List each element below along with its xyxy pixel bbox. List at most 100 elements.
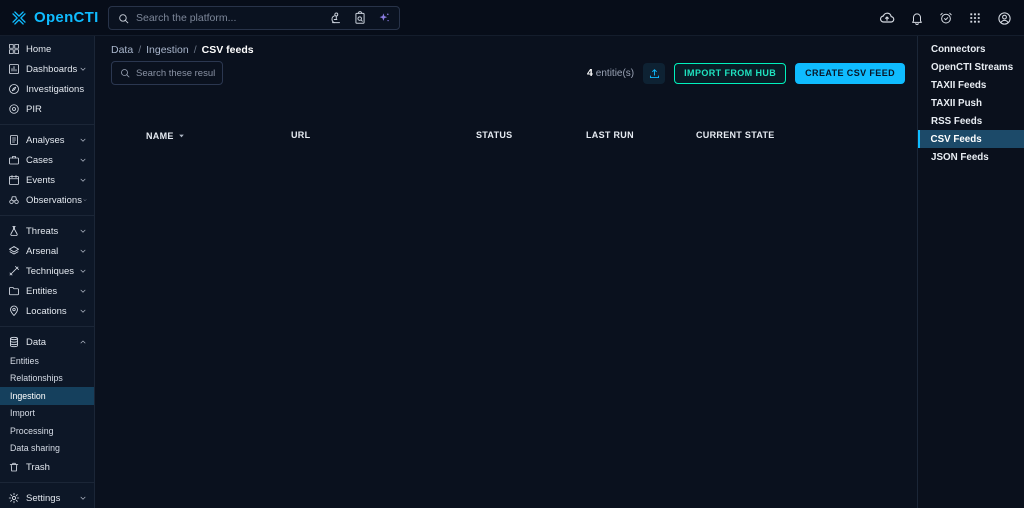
- ai-sparkle-icon[interactable]: [377, 11, 391, 25]
- sidebar-item-analyses[interactable]: Analyses: [0, 130, 94, 150]
- submenu-item-connectors[interactable]: Connectors: [918, 40, 1024, 58]
- sort-arrow-icon[interactable]: [176, 130, 187, 141]
- create-csv-feed-button[interactable]: CREATE CSV FEED: [795, 63, 905, 84]
- column-header-url[interactable]: URL: [291, 130, 310, 140]
- breadcrumb-link-ingestion[interactable]: Ingestion: [146, 44, 189, 56]
- sidebar-item-arsenal[interactable]: Arsenal: [0, 241, 94, 261]
- sidebar-item-trash[interactable]: Trash: [0, 457, 94, 477]
- trash-icon: [8, 461, 20, 473]
- results-search[interactable]: [111, 61, 223, 85]
- results-search-input[interactable]: [136, 68, 215, 79]
- search-icon: [119, 67, 131, 79]
- pir-icon: [8, 103, 20, 115]
- chevron-down-icon: [78, 226, 88, 236]
- sidebar-subitem-label: Entities: [10, 356, 39, 366]
- sidebar-item-techniques[interactable]: Techniques: [0, 261, 94, 281]
- chevron-down-icon: [78, 175, 88, 185]
- techniques-icon: [8, 265, 20, 277]
- entity-count-value: 4: [587, 67, 593, 79]
- sidebar-subitem-entities[interactable]: Entities: [0, 352, 94, 370]
- chevron-down-icon: [78, 286, 88, 296]
- ingestion-submenu: Connectors OpenCTI Streams TAXII Feeds T…: [917, 36, 1024, 508]
- sidebar-item-events[interactable]: Events: [0, 170, 94, 190]
- sidebar-divider: [0, 124, 94, 125]
- sidebar-subitem-data-sharing[interactable]: Data sharing: [0, 440, 94, 458]
- sidebar-item-data[interactable]: Data: [0, 332, 94, 352]
- sidebar-item-label: Data: [26, 337, 46, 348]
- opencti-logo[interactable]: OpenCTI: [0, 9, 108, 27]
- sidebar-item-entities[interactable]: Entities: [0, 281, 94, 301]
- sidebar-subitem-relationships[interactable]: Relationships: [0, 370, 94, 388]
- observations-icon: [8, 194, 20, 206]
- sidebar-subitem-ingestion[interactable]: Ingestion: [0, 387, 94, 405]
- threats-icon: [8, 225, 20, 237]
- sidebar-subitem-processing[interactable]: Processing: [0, 422, 94, 440]
- sidebar-item-label: Dashboards: [26, 64, 77, 75]
- sidebar-item-label: Cases: [26, 155, 53, 166]
- entity-count-label: entitie(s): [596, 68, 634, 79]
- sidebar-item-dashboards[interactable]: Dashboards: [0, 59, 94, 79]
- column-header-last-run[interactable]: LAST RUN: [586, 130, 634, 140]
- sidebar-item-observations[interactable]: Observations: [0, 190, 94, 210]
- sidebar-subitem-label: Relationships: [10, 373, 63, 383]
- sidebar-divider: [0, 482, 94, 483]
- arsenal-icon: [8, 245, 20, 257]
- main-content: Data / Ingestion / CSV feeds 4entitie(s)…: [96, 36, 917, 508]
- export-upload-button[interactable]: [643, 63, 665, 84]
- apps-grid-icon[interactable]: [968, 11, 982, 25]
- sidebar-divider: [0, 215, 94, 216]
- opencti-logo-icon: [10, 9, 28, 27]
- import-from-hub-button[interactable]: IMPORT FROM HUB: [674, 63, 786, 84]
- chevron-down-icon: [78, 135, 88, 145]
- biotech-icon[interactable]: [329, 11, 343, 25]
- content-paste-search-icon[interactable]: [353, 11, 367, 25]
- data-icon: [8, 336, 20, 348]
- opencti-app: OpenCTI Home Dashboards: [0, 0, 1024, 508]
- platform-search[interactable]: [108, 6, 400, 30]
- breadcrumb-separator: /: [194, 44, 197, 56]
- sidebar-item-cases[interactable]: Cases: [0, 150, 94, 170]
- investigations-icon: [8, 83, 20, 95]
- left-sidebar: Home Dashboards Investigations PIR Analy…: [0, 36, 95, 508]
- search-icon: [117, 12, 130, 25]
- platform-search-input[interactable]: [136, 12, 323, 24]
- submenu-item-taxii-feeds[interactable]: TAXII Feeds: [918, 76, 1024, 94]
- sidebar-subitem-import[interactable]: Import: [0, 405, 94, 423]
- sidebar-item-label: PIR: [26, 104, 42, 115]
- submenu-item-opencti-streams[interactable]: OpenCTI Streams: [918, 58, 1024, 76]
- submenu-item-csv-feeds[interactable]: CSV Feeds: [918, 130, 1024, 148]
- entities-icon: [8, 285, 20, 297]
- events-icon: [8, 174, 20, 186]
- notifications-icon[interactable]: [910, 11, 924, 25]
- chevron-down-icon: [82, 195, 88, 205]
- sidebar-item-investigations[interactable]: Investigations: [0, 79, 94, 99]
- home-icon: [8, 43, 20, 55]
- submenu-item-json-feeds[interactable]: JSON Feeds: [918, 148, 1024, 166]
- sidebar-item-label: Events: [26, 175, 55, 186]
- alarm-check-icon[interactable]: [939, 11, 953, 25]
- submenu-item-rss-feeds[interactable]: RSS Feeds: [918, 112, 1024, 130]
- sidebar-subitem-label: Processing: [10, 426, 54, 436]
- sidebar-item-settings[interactable]: Settings: [0, 488, 94, 508]
- account-icon[interactable]: [997, 11, 1012, 26]
- toolbar: 4entitie(s) IMPORT FROM HUB CREATE CSV F…: [587, 61, 905, 85]
- sidebar-item-threats[interactable]: Threats: [0, 221, 94, 241]
- locations-icon: [8, 305, 20, 317]
- opencti-logo-text: OpenCTI: [34, 9, 99, 26]
- sidebar-item-home[interactable]: Home: [0, 39, 94, 59]
- sidebar-item-label: Home: [26, 44, 51, 55]
- sidebar-item-label: Entities: [26, 286, 57, 297]
- chevron-down-icon: [78, 493, 88, 503]
- breadcrumb-link-data[interactable]: Data: [111, 44, 133, 56]
- sidebar-item-pir[interactable]: PIR: [0, 99, 94, 119]
- submenu-item-taxii-push[interactable]: TAXII Push: [918, 94, 1024, 112]
- upload-icon: [648, 67, 661, 80]
- sidebar-item-label: Arsenal: [26, 246, 58, 257]
- column-header-current-state[interactable]: CURRENT STATE: [696, 130, 775, 140]
- column-header-status[interactable]: STATUS: [476, 130, 512, 140]
- sidebar-item-label: Observations: [26, 195, 82, 206]
- column-header-name[interactable]: NAME: [146, 130, 187, 141]
- cloud-sync-icon[interactable]: [879, 10, 895, 26]
- breadcrumb-separator: /: [138, 44, 141, 56]
- sidebar-item-locations[interactable]: Locations: [0, 301, 94, 321]
